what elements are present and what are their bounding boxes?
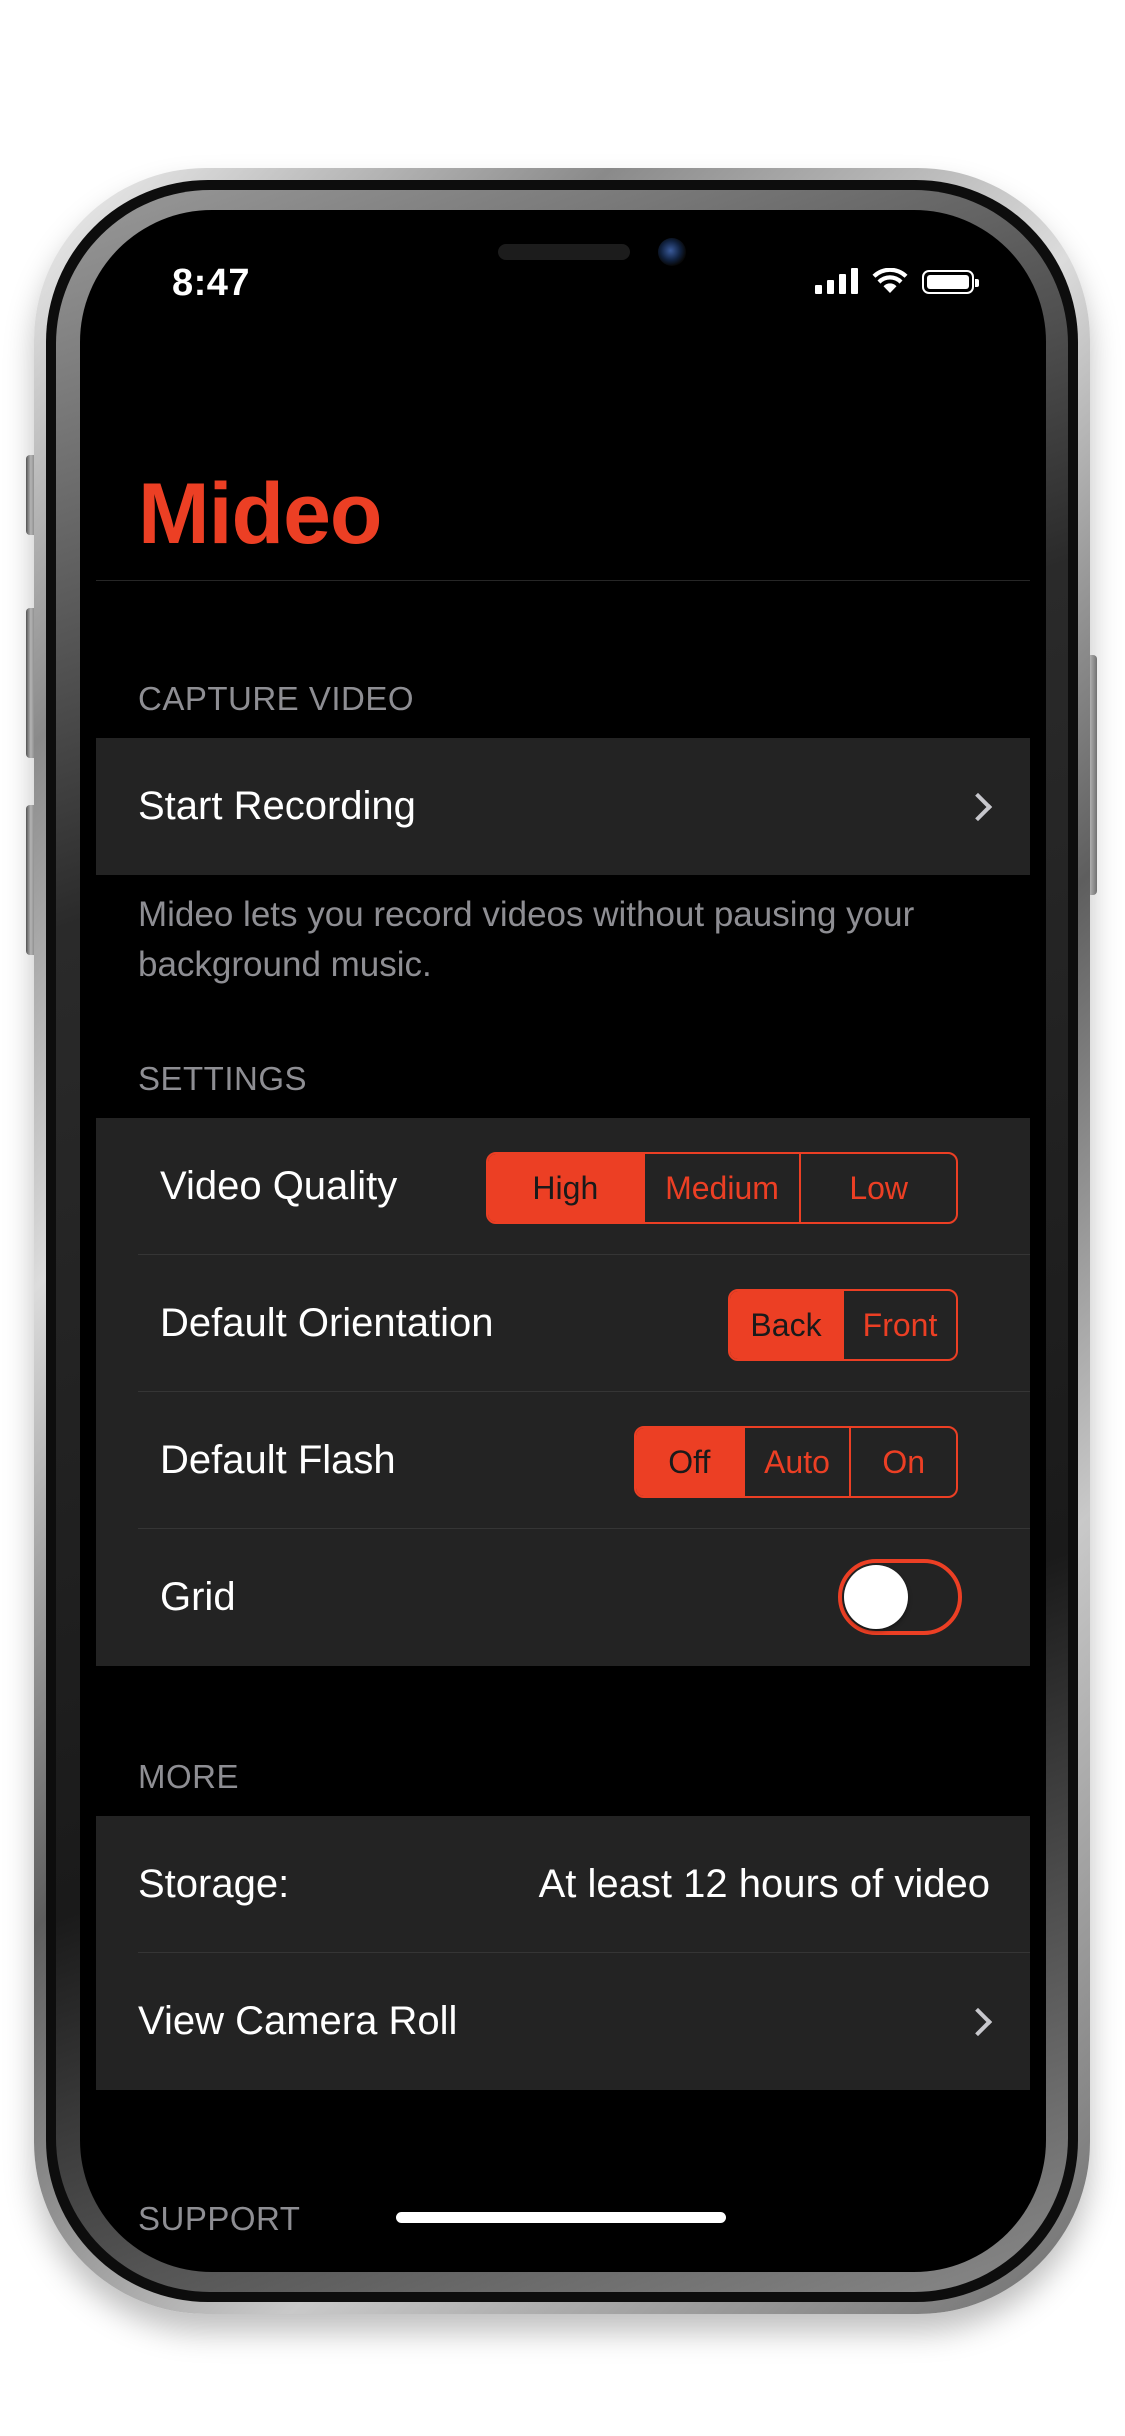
storage-value: At least 12 hours of video: [538, 1862, 990, 1906]
status-indicators: [815, 268, 979, 294]
video-quality-row: Video Quality High Medium Low: [96, 1118, 1030, 1255]
wifi-icon: [872, 268, 908, 293]
video-quality-high-segment[interactable]: High: [488, 1154, 643, 1222]
grid-label: Grid: [160, 1575, 236, 1619]
flash-auto-segment[interactable]: Auto: [742, 1428, 850, 1496]
battery-icon: [922, 270, 979, 294]
video-quality-medium-segment[interactable]: Medium: [642, 1154, 800, 1222]
default-flash-row: Default Flash Off Auto On: [96, 1392, 1030, 1529]
default-flash-label: Default Flash: [160, 1438, 396, 1482]
section-header-more: MORE: [138, 1758, 239, 1795]
grid-toggle[interactable]: [838, 1559, 962, 1635]
section-header-support: SUPPORT: [138, 2200, 301, 2237]
phone-screen: 8:47 Mideo CAPTURE VIDEO Start Recording…: [80, 210, 1046, 2272]
orientation-back-segment[interactable]: Back: [730, 1291, 842, 1359]
video-quality-low-segment[interactable]: Low: [799, 1154, 956, 1222]
default-orientation-segmented-control: Back Front: [728, 1289, 958, 1361]
storage-label: Storage:: [138, 1862, 290, 1906]
more-group: Storage: At least 12 hours of video View…: [96, 1816, 1030, 2090]
section-header-capture-video: CAPTURE VIDEO: [138, 680, 415, 717]
chevron-right-icon: [963, 2007, 993, 2036]
view-camera-roll-row[interactable]: View Camera Roll: [96, 1953, 1030, 2090]
front-camera: [658, 238, 686, 266]
title-divider: [96, 580, 1030, 581]
page-title: Mideo: [138, 466, 382, 562]
video-quality-segmented-control: High Medium Low: [486, 1152, 958, 1224]
storage-row: Storage: At least 12 hours of video: [96, 1816, 1030, 1953]
start-recording-label: Start Recording: [138, 784, 416, 828]
section-header-settings: SETTINGS: [138, 1060, 308, 1097]
default-orientation-label: Default Orientation: [160, 1301, 494, 1345]
grid-row: Grid: [96, 1529, 1030, 1666]
default-flash-segmented-control: Off Auto On: [634, 1426, 958, 1498]
start-recording-row[interactable]: Start Recording: [96, 738, 1030, 875]
settings-group: Video Quality High Medium Low Default Or…: [96, 1118, 1030, 1666]
home-indicator[interactable]: [396, 2212, 726, 2223]
default-orientation-row: Default Orientation Back Front: [96, 1255, 1030, 1392]
cellular-signal-icon: [815, 268, 858, 294]
capture-footer-text: Mideo lets you record videos without pau…: [138, 895, 915, 984]
flash-off-segment[interactable]: Off: [636, 1428, 743, 1496]
flash-on-segment[interactable]: On: [849, 1428, 956, 1496]
video-quality-label: Video Quality: [160, 1164, 398, 1208]
toggle-knob: [844, 1565, 908, 1629]
status-time: 8:47: [172, 262, 251, 304]
orientation-front-segment[interactable]: Front: [842, 1291, 956, 1359]
chevron-right-icon: [963, 792, 993, 821]
view-camera-roll-label: View Camera Roll: [138, 1999, 458, 2043]
earpiece-speaker: [498, 244, 630, 260]
capture-group: Start Recording: [96, 738, 1030, 875]
